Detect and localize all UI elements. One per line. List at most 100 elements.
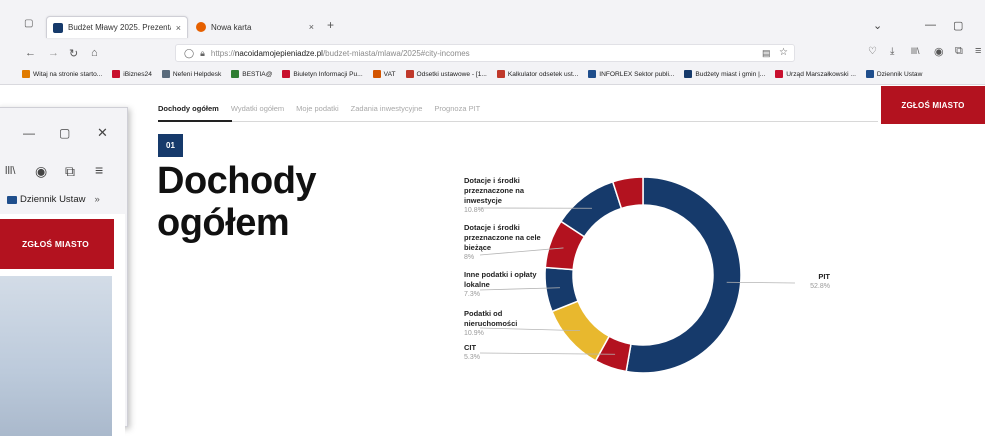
- background-browser-window[interactable]: — ▢ ✕ lll\ ◉ ⧉ ≡ Dziennik Ustaw » ZGŁOŚ …: [0, 107, 128, 427]
- page-title-line1: Dochody: [157, 160, 417, 202]
- bookmark-label: Nefeni Helpdesk: [173, 71, 221, 78]
- bookmark-label: iBiznes24: [123, 71, 152, 78]
- label-cit: CIT 5.3%: [464, 343, 544, 363]
- lock-icon[interactable]: 🔒︎: [200, 48, 205, 59]
- tabs-divider: [158, 121, 878, 122]
- tab-label: Nowa karta: [211, 23, 304, 32]
- page-title-line2: ogółem: [157, 202, 417, 244]
- minimize-icon[interactable]: —: [925, 19, 936, 31]
- tab-total-expenses[interactable]: Wydatki ogółem: [231, 104, 284, 120]
- bookmark-label: Odsetki ustawowe - [1...: [417, 71, 487, 78]
- bookmark-label: Dziennik Ustaw: [20, 194, 85, 205]
- forward-arrow-icon[interactable]: →: [48, 47, 59, 59]
- bookmark-label: VAT: [384, 71, 396, 78]
- bookmark-favicon-icon: [684, 70, 692, 78]
- reader-view-icon[interactable]: ▤: [762, 48, 771, 59]
- library-icon[interactable]: lll\: [5, 165, 15, 177]
- bookmark-favicon-icon: [775, 70, 783, 78]
- slice-label: CIT: [464, 343, 544, 353]
- account-icon[interactable]: ◉: [35, 163, 47, 180]
- tab-my-taxes[interactable]: Moje podatki: [296, 104, 339, 120]
- left-window-page: ZGŁOŚ MIASTO: [0, 214, 125, 444]
- label-property-tax: Podatki od nieruchomości 10.9%: [464, 309, 544, 339]
- tab-total-income[interactable]: Dochody ogółem: [158, 104, 219, 120]
- slice-label: Dotacje i środki przeznaczone na inwesty…: [464, 176, 544, 206]
- bookmark-item[interactable]: iBiznes24: [112, 70, 152, 78]
- label-pit: PIT 52.8%: [790, 272, 830, 292]
- tab-budget[interactable]: Budżet Mławy 2025. Prezentacja ×: [46, 16, 188, 38]
- bookmarks-toolbar: Witaj na stronie starto... iBiznes24 Nefen…: [0, 66, 985, 82]
- new-tab-plus-icon[interactable]: +: [327, 18, 334, 32]
- home-icon[interactable]: ⌂: [91, 47, 98, 59]
- bookmark-item[interactable]: BESTIA@: [231, 70, 272, 78]
- chevrons-right-icon[interactable]: »: [94, 194, 99, 205]
- download-icon[interactable]: ⤓: [890, 46, 894, 57]
- url-text: https://nacoidamojepieniadze.pl/budzet-m…: [211, 49, 470, 58]
- slice-percent: 7.3%: [464, 290, 544, 300]
- maximize-icon[interactable]: ▢: [953, 19, 963, 32]
- minimize-icon[interactable]: —: [23, 126, 35, 140]
- report-city-label: ZGŁOŚ MIASTO: [22, 239, 89, 249]
- bookmark-item[interactable]: Witaj na stronie starto...: [22, 70, 102, 78]
- page-title: Dochody ogółem: [157, 160, 417, 244]
- bookmark-dziennik-ustaw[interactable]: Dziennik Ustaw »: [7, 194, 100, 205]
- active-tab-underline: [158, 120, 232, 122]
- close-icon[interactable]: ×: [309, 22, 314, 32]
- bookmark-item[interactable]: Kalkulator odsetek ust...: [497, 70, 578, 78]
- city-photo: [0, 276, 112, 436]
- report-city-label: ZGŁOŚ MIASTO: [901, 101, 964, 110]
- section-tabs: Dochody ogółem Wydatki ogółem Moje podat…: [158, 104, 480, 120]
- slice-percent: 10.8%: [464, 206, 544, 216]
- close-icon[interactable]: ✕: [97, 125, 108, 141]
- back-arrow-icon[interactable]: ←: [25, 47, 36, 59]
- account-icon[interactable]: ◉: [934, 45, 944, 58]
- pocket-icon[interactable]: ♡: [868, 46, 877, 57]
- tab-pit-forecast[interactable]: Prognoza PIT: [434, 104, 480, 120]
- slice-percent: 52.8%: [790, 282, 830, 292]
- bookmark-item[interactable]: Urząd Marszałkowski ...: [775, 70, 856, 78]
- bookmark-item[interactable]: VAT: [373, 70, 396, 78]
- bookmark-favicon-icon: [22, 70, 30, 78]
- bookmark-favicon-icon: [231, 70, 239, 78]
- library-icon[interactable]: lll\: [911, 46, 920, 56]
- slice-label: Inne podatki i opłaty lokalne: [464, 270, 544, 290]
- tab-overflow-chevron-icon[interactable]: ⌄: [873, 19, 882, 32]
- donut-slice[interactable]: [626, 177, 741, 373]
- maximize-icon[interactable]: ▢: [59, 126, 70, 140]
- tab-list-icon[interactable]: ▢: [24, 18, 33, 29]
- tab-investment-tasks[interactable]: Zadania inwestycyjne: [351, 104, 423, 120]
- report-city-button[interactable]: ZGŁOŚ MIASTO: [881, 86, 985, 124]
- extensions-icon[interactable]: ⧉: [65, 163, 75, 180]
- tab-strip: ▢ Budżet Mławy 2025. Prezentacja × Nowa …: [0, 14, 985, 40]
- url-path: /budzet-miasta/mlawa/2025#city-incomes: [323, 49, 470, 58]
- extensions-icon[interactable]: ⧉: [955, 45, 963, 58]
- bookmark-item[interactable]: Budżety miast i gmin |...: [684, 70, 765, 78]
- reload-icon[interactable]: ↻: [69, 47, 78, 60]
- tab-new[interactable]: Nowa karta ×: [190, 16, 320, 38]
- address-bar[interactable]: ◯ 🔒︎ https://nacoidamojepieniadze.pl/bud…: [175, 44, 795, 62]
- menu-icon[interactable]: ≡: [975, 45, 981, 57]
- bookmark-item[interactable]: Nefeni Helpdesk: [162, 70, 221, 78]
- bookmark-favicon-icon: [406, 70, 414, 78]
- slice-percent: 10.9%: [464, 329, 544, 339]
- report-city-button[interactable]: ZGŁOŚ MIASTO: [0, 219, 114, 269]
- section-number-badge: 01: [158, 134, 183, 157]
- close-icon[interactable]: ×: [176, 23, 181, 33]
- bookmark-label: Dziennik Ustaw: [877, 71, 922, 78]
- menu-icon[interactable]: ≡: [95, 162, 103, 178]
- slice-label: PIT: [790, 272, 830, 282]
- bookmark-item[interactable]: Odsetki ustawowe - [1...: [406, 70, 487, 78]
- url-prefix: https://: [211, 49, 235, 58]
- budget-favicon-icon: [53, 23, 63, 33]
- firefox-favicon-icon: [196, 22, 206, 32]
- eagle-icon: [7, 196, 17, 204]
- bookmark-item[interactable]: INFORLEX Sektor publi...: [588, 70, 674, 78]
- bookmark-favicon-icon: [282, 70, 290, 78]
- donut-slice[interactable]: [552, 301, 609, 361]
- slice-label: Podatki od nieruchomości: [464, 309, 544, 329]
- bookmark-favicon-icon: [866, 70, 874, 78]
- bookmark-item[interactable]: Dziennik Ustaw: [866, 70, 922, 78]
- bookmark-star-icon[interactable]: ☆: [779, 47, 788, 58]
- shield-icon[interactable]: ◯: [184, 48, 194, 59]
- bookmark-item[interactable]: Biuletyn Informacji Pu...: [282, 70, 362, 78]
